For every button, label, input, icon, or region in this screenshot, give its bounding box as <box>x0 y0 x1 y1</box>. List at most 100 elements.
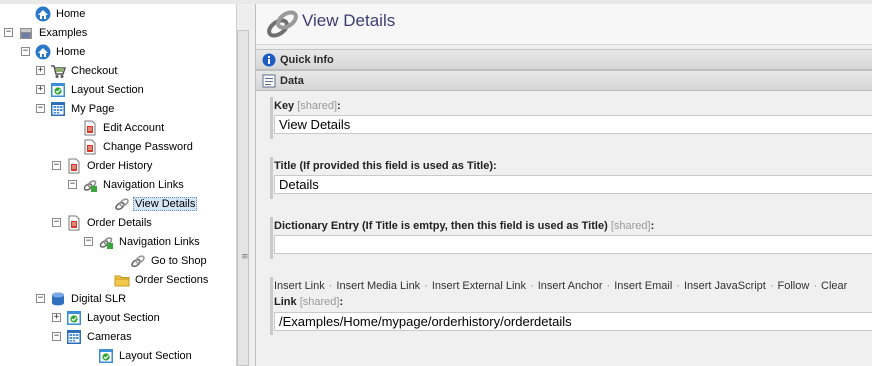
link-actions: Insert Link · Insert Media Link · Insert Ext… <box>274 280 847 292</box>
section-data[interactable]: Data <box>256 70 872 91</box>
tree-node-label[interactable]: Change Password <box>101 140 195 154</box>
tree-node[interactable]: − My Page <box>36 99 116 118</box>
link-action-button[interactable]: Insert JavaScript <box>684 280 766 292</box>
collapse-icon[interactable]: − <box>52 332 61 341</box>
tree-node-label[interactable]: View Details <box>133 196 198 211</box>
field-marker <box>270 157 273 199</box>
check-window-icon <box>66 310 82 326</box>
tree-node[interactable]: + Checkout <box>36 61 119 80</box>
link-large-icon <box>267 10 298 38</box>
separator: · <box>424 280 428 292</box>
link-action-button[interactable]: Follow <box>778 280 810 292</box>
content-tree: Home − Examples − Home + Checkout + Layout Secti… <box>0 4 236 366</box>
tree-node[interactable]: − Home <box>21 42 87 61</box>
tree-node[interactable]: Edit Account <box>82 118 166 137</box>
section-quick-info[interactable]: Quick Info <box>256 49 872 70</box>
tree-node-label[interactable]: My Page <box>69 102 116 116</box>
link-label: Link [shared]: <box>274 296 344 308</box>
key-input[interactable]: View Details <box>274 115 872 134</box>
collapse-icon[interactable]: − <box>36 104 45 113</box>
link-action-button[interactable]: Insert Email <box>614 280 672 292</box>
tree-node[interactable]: − Cameras <box>52 327 134 346</box>
expand-icon[interactable]: + <box>52 313 61 322</box>
dictionary-entry-field: Dictionary Entry (If Title is emtpy, the… <box>270 217 872 259</box>
collapse-icon[interactable]: − <box>68 180 77 189</box>
tree-node-label[interactable]: Home <box>54 7 87 21</box>
tree-node-label[interactable]: Navigation Links <box>101 178 186 192</box>
tree-node-label[interactable]: Navigation Links <box>117 235 202 249</box>
tree-node[interactable]: Go to Shop <box>130 251 209 270</box>
link-icon <box>114 196 130 212</box>
field-marker <box>270 97 273 139</box>
tree-node-label[interactable]: Order History <box>85 159 154 173</box>
info-icon <box>262 53 276 67</box>
tree-node[interactable]: Change Password <box>82 137 195 156</box>
home-icon <box>35 44 51 60</box>
splitter-grip-icon[interactable]: ≡ <box>241 252 249 262</box>
link-action-button[interactable]: Insert Media Link <box>336 280 420 292</box>
collapse-icon[interactable]: − <box>21 47 30 56</box>
dictionary-entry-label: Dictionary Entry (If Title is emtpy, the… <box>274 220 655 232</box>
tree-node[interactable]: View Details <box>114 194 198 213</box>
title-label: Title (If provided this field is used as… <box>274 160 497 172</box>
expand-icon[interactable]: + <box>36 66 45 75</box>
section-label: Data <box>280 74 304 87</box>
separator: · <box>606 280 611 292</box>
tree-node[interactable]: − Navigation Links <box>84 232 202 251</box>
link-field: Insert Link · Insert Media Link · Insert Ext… <box>270 277 872 335</box>
link-action-button[interactable]: Insert Link <box>274 280 325 292</box>
tree-node[interactable]: − Digital SLR <box>36 289 128 308</box>
tree-node[interactable]: + Layout Section <box>52 308 162 327</box>
tree-node-label[interactable]: Layout Section <box>117 349 194 363</box>
links-icon <box>82 177 98 193</box>
tree-node-label[interactable]: Layout Section <box>69 83 146 97</box>
title-field: Title (If provided this field is used as… <box>270 157 872 199</box>
collapse-icon[interactable]: − <box>84 237 93 246</box>
page-icon <box>82 139 98 155</box>
check-window-icon <box>50 82 66 98</box>
expand-icon[interactable]: + <box>36 85 45 94</box>
tree-node-label[interactable]: Home <box>54 45 87 59</box>
dictionary-entry-input[interactable] <box>274 235 872 254</box>
tree-node[interactable]: Order Sections <box>114 270 210 289</box>
tree-node[interactable]: − Order Details <box>52 213 154 232</box>
tree-node-label[interactable]: Order Details <box>85 216 154 230</box>
tree-node[interactable]: − Navigation Links <box>68 175 186 194</box>
grid-icon <box>66 329 82 345</box>
collapse-icon[interactable]: − <box>4 28 13 37</box>
field-marker <box>270 277 273 335</box>
link-action-button[interactable]: Insert External Link <box>432 280 526 292</box>
tree-node[interactable]: Home <box>35 4 87 23</box>
tree-node-label[interactable]: Order Sections <box>133 273 210 287</box>
tree-node[interactable]: Layout Section <box>98 346 194 365</box>
tree-node[interactable]: − Examples <box>4 23 89 42</box>
link-input[interactable]: /Examples/Home/mypage/orderhistory/order… <box>274 312 872 331</box>
item-editor: View Details Quick Info Data Key [shared… <box>256 4 872 366</box>
tree-node-label[interactable]: Go to Shop <box>149 254 209 268</box>
page-title: View Details <box>302 11 396 30</box>
folder-icon <box>114 272 130 288</box>
tree-node-label[interactable]: Examples <box>37 26 89 40</box>
tree-node-label[interactable]: Checkout <box>69 64 119 78</box>
tree-node-label[interactable]: Cameras <box>85 330 134 344</box>
tree-node[interactable]: + Layout Section <box>36 80 146 99</box>
page-icon <box>82 120 98 136</box>
collapse-icon[interactable]: − <box>52 218 61 227</box>
link-action-button[interactable]: Insert Anchor <box>538 280 603 292</box>
grid-icon <box>50 101 66 117</box>
database-icon <box>50 291 66 307</box>
collapse-icon[interactable]: − <box>52 161 61 170</box>
tree-node[interactable]: − Order History <box>52 156 154 175</box>
tree-node-label[interactable]: Digital SLR <box>69 292 128 306</box>
page-icon <box>66 158 82 174</box>
shared-tag: [shared] <box>297 100 337 112</box>
link-action-button[interactable]: Clear <box>821 280 847 292</box>
links-icon <box>98 234 114 250</box>
tree-node-label[interactable]: Layout Section <box>85 311 162 325</box>
tree-node-label[interactable]: Edit Account <box>101 121 166 135</box>
collapse-icon[interactable]: − <box>36 294 45 303</box>
editor-header: View Details <box>256 4 872 45</box>
title-input[interactable]: Details <box>274 175 872 194</box>
separator: · <box>676 280 680 292</box>
tree-scrollbar[interactable] <box>237 30 249 366</box>
